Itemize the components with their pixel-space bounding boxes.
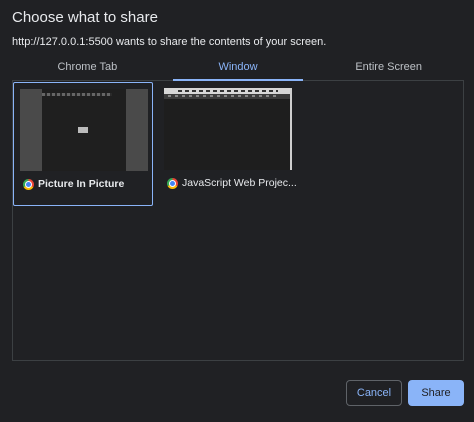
tab-entire-screen[interactable]: Entire Screen (313, 58, 464, 80)
window-list: Picture In Picture JavaScript Web Projec… (12, 80, 464, 361)
cancel-button[interactable]: Cancel (346, 380, 402, 406)
window-title: Picture In Picture (38, 178, 125, 190)
tab-chrome-tab[interactable]: Chrome Tab (12, 58, 163, 80)
share-dialog: Choose what to share http://127.0.0.1:55… (0, 0, 474, 422)
chrome-icon (23, 178, 34, 190)
window-thumbnail (164, 88, 292, 170)
window-card-picture-in-picture[interactable]: Picture In Picture (13, 82, 153, 206)
window-label: Picture In Picture (23, 178, 124, 190)
source-tabs: Chrome Tab Window Entire Screen (12, 58, 464, 81)
window-thumbnail (20, 89, 148, 171)
window-card-javascript-web-projects[interactable]: JavaScript Web Projec... (158, 82, 298, 206)
window-title: JavaScript Web Projec... (182, 177, 297, 189)
window-label: JavaScript Web Projec... (167, 177, 297, 189)
dialog-title: Choose what to share (12, 9, 158, 26)
tab-window[interactable]: Window (163, 58, 314, 81)
dialog-subtitle: http://127.0.0.1:5500 wants to share the… (12, 36, 327, 48)
share-button[interactable]: Share (408, 380, 464, 406)
chrome-icon (167, 177, 178, 189)
